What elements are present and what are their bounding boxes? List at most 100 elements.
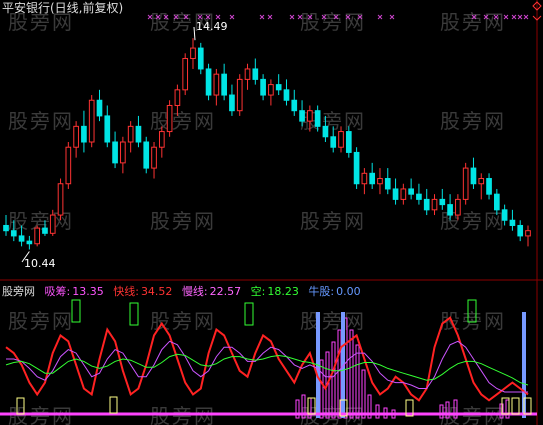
signal-box <box>467 299 477 323</box>
candle-body <box>120 141 126 164</box>
xichou-bar <box>349 329 354 419</box>
candle-body <box>486 178 492 195</box>
xichou-bar <box>445 401 450 419</box>
xichou-bar <box>439 404 444 419</box>
candle-body <box>213 73 220 96</box>
candle-body <box>96 99 103 117</box>
cross-marker <box>163 14 169 20</box>
legend-xichou-value: 13.35 <box>72 285 104 298</box>
cross-marker <box>267 14 273 20</box>
fast-line <box>5 316 529 402</box>
candle-body <box>197 47 204 70</box>
candle-body <box>455 198 461 216</box>
cross-marker <box>523 14 529 20</box>
candle-body <box>377 178 383 185</box>
cross-marker <box>333 14 339 20</box>
candle-body <box>3 224 9 232</box>
candle-body <box>478 178 485 185</box>
cross-marker <box>259 14 265 20</box>
indicator-legend: 股旁网 吸筹: 13.35 快线: 34.52 慢线: 22.57 空: 18.23 牛… <box>2 283 361 299</box>
candle-body <box>236 78 243 112</box>
bottom-marker <box>109 396 118 414</box>
candle-body <box>439 198 446 206</box>
candle-body <box>252 68 259 80</box>
candle-body <box>322 125 329 138</box>
legend-slow-value: 22.57 <box>209 285 242 298</box>
candle-body <box>369 172 376 185</box>
candle-body <box>299 110 305 122</box>
candle-body <box>307 110 313 122</box>
xichou-bar <box>375 404 380 419</box>
candle-body <box>143 141 150 169</box>
cross-marker <box>503 14 509 20</box>
cross-marker <box>321 14 327 20</box>
candle-body <box>447 204 453 216</box>
bottom-marker <box>511 397 520 415</box>
chart-title: 平安银行(日线,前复权) <box>2 1 124 15</box>
low-price-label: 10.44 <box>24 257 56 270</box>
cross-marker <box>377 14 383 20</box>
high-price-label: 14.49 <box>196 20 228 33</box>
kong-line <box>5 353 529 386</box>
cross-marker <box>205 14 211 20</box>
cross-marker <box>215 14 221 20</box>
signal-box <box>244 302 254 326</box>
legend-niu-value: 0.00 <box>336 285 361 298</box>
signal-box <box>71 299 81 323</box>
xichou-bar <box>355 344 360 419</box>
candle-body <box>345 131 352 153</box>
candle-body <box>88 99 95 143</box>
legend-xichou-label: 吸筹: <box>44 285 71 298</box>
chart-stage: 股旁网 股旁网 股旁网 股旁网 股旁网 股旁网 股旁网 股旁网 股旁网 股旁网 … <box>0 0 543 425</box>
chart-canvas <box>0 0 543 425</box>
candle-body <box>205 68 212 96</box>
candle-body <box>291 99 298 112</box>
xichou-bar <box>319 359 324 419</box>
high-price-pointer <box>193 26 196 41</box>
candle-body <box>42 227 48 234</box>
candle-body <box>182 58 189 91</box>
legend-niu-label: 牛股: <box>308 285 335 298</box>
legend-kong-label: 空: <box>250 285 266 298</box>
cross-marker <box>517 14 523 20</box>
cross-marker <box>297 14 303 20</box>
candle-body <box>408 188 414 195</box>
candle-body <box>330 136 337 148</box>
candle-body <box>361 172 368 185</box>
candle-body <box>314 110 321 127</box>
cross-marker <box>357 14 363 20</box>
candle-body <box>158 131 165 148</box>
xichou-bar <box>361 369 366 419</box>
legend-kong-value: 18.23 <box>267 285 299 298</box>
candle-body <box>135 125 142 143</box>
legend-fast-label: 快线: <box>113 285 139 298</box>
candle-body <box>174 89 181 106</box>
candle-body <box>166 104 173 133</box>
candle-body <box>431 198 438 211</box>
cross-marker <box>511 14 517 20</box>
candle-body <box>49 214 56 234</box>
candle-body <box>338 131 344 148</box>
candle-body <box>221 73 227 96</box>
candle-body <box>18 235 25 242</box>
candle-body <box>127 125 134 143</box>
candle-body <box>112 141 118 164</box>
candle-body <box>244 68 251 80</box>
candle-body <box>400 188 407 200</box>
candle-body <box>493 193 500 211</box>
candle-body <box>470 167 477 185</box>
cross-marker <box>389 14 395 20</box>
candle-body <box>517 224 524 237</box>
bottom-marker <box>16 397 25 415</box>
candle-body <box>384 178 391 190</box>
candle-body <box>509 219 516 226</box>
candle-body <box>10 230 17 237</box>
cross-marker <box>307 14 313 20</box>
cross-marker <box>471 14 477 20</box>
candle-body <box>104 115 111 143</box>
candle-body <box>190 47 196 60</box>
candle-body <box>392 188 399 200</box>
slow-line <box>6 340 528 393</box>
candle-body <box>34 227 41 245</box>
cross-marker <box>229 14 235 20</box>
